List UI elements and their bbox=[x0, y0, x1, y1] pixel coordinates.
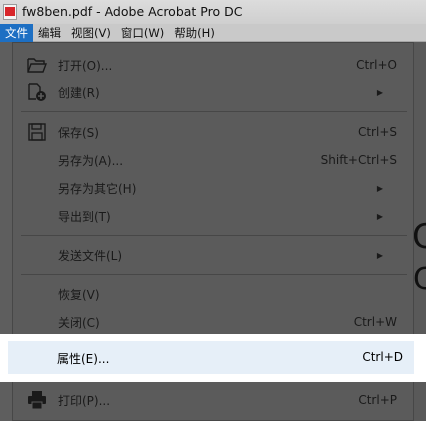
menu-separator bbox=[21, 235, 407, 236]
shortcut-label: Ctrl+D bbox=[362, 350, 403, 364]
menu-item-label: 恢复(V) bbox=[58, 287, 100, 302]
menu-item-save[interactable]: 保存(S) Ctrl+S bbox=[13, 118, 415, 146]
menu-bar: 文件 编辑 视图(V) 窗口(W) 帮助(H) bbox=[0, 23, 426, 42]
menu-item-label: 发送文件(L) bbox=[58, 248, 123, 263]
shortcut-label: Shift+Ctrl+S bbox=[320, 153, 397, 167]
menu-file[interactable]: 文件 bbox=[0, 23, 33, 42]
shortcut-label: Ctrl+S bbox=[357, 125, 397, 139]
menu-item-label: 打开(O)... bbox=[58, 58, 113, 73]
submenu-arrow-icon: ▶ bbox=[376, 250, 383, 260]
menu-item-label: 打印(P)... bbox=[58, 393, 111, 408]
menu-item-label: 保存(S) bbox=[58, 125, 99, 140]
title-bar: fw8ben.pdf - Adobe Acrobat Pro DC bbox=[0, 0, 426, 24]
create-document-icon bbox=[26, 82, 48, 102]
menu-item-label: 另存为(A)... bbox=[58, 153, 124, 168]
folder-open-icon bbox=[26, 55, 48, 75]
shortcut-label: Ctrl+P bbox=[358, 393, 397, 407]
menu-help[interactable]: 帮助(H) bbox=[169, 24, 220, 42]
menu-window[interactable]: 窗口(W) bbox=[116, 24, 169, 42]
menu-item-print[interactable]: 打印(P)... Ctrl+P bbox=[13, 386, 415, 414]
shortcut-label: Ctrl+O bbox=[356, 58, 397, 72]
menu-item-open[interactable]: 打开(O)... Ctrl+O bbox=[13, 51, 415, 79]
menu-item-label: 关闭(C) bbox=[58, 315, 100, 330]
menu-item-label: 另存为其它(H) bbox=[58, 181, 137, 196]
printer-icon bbox=[26, 390, 48, 410]
menu-item-send-file[interactable]: 发送文件(L) ▶ bbox=[13, 241, 415, 269]
menu-item-export-to[interactable]: 导出到(T) ▶ bbox=[13, 202, 415, 230]
shortcut-label: Ctrl+W bbox=[353, 315, 397, 329]
window-title: fw8ben.pdf - Adobe Acrobat Pro DC bbox=[22, 4, 243, 19]
menu-item-label: 导出到(T) bbox=[58, 209, 111, 224]
menu-item-revert[interactable]: 恢复(V) bbox=[13, 280, 415, 308]
menu-separator bbox=[21, 111, 407, 112]
menu-item-properties[interactable]: 属性(E)... Ctrl+D bbox=[8, 341, 414, 374]
menu-item-label: 创建(R) bbox=[58, 85, 100, 100]
menu-item-close[interactable]: 关闭(C) Ctrl+W bbox=[13, 308, 415, 336]
menu-edit[interactable]: 编辑 bbox=[33, 24, 66, 42]
menu-item-label: 属性(E)... bbox=[57, 352, 110, 366]
menu-item-save-as-other[interactable]: 另存为其它(H) ▶ bbox=[13, 174, 415, 202]
submenu-arrow-icon: ▶ bbox=[376, 87, 383, 97]
submenu-arrow-icon: ▶ bbox=[376, 211, 383, 221]
floppy-disk-icon bbox=[26, 122, 48, 142]
submenu-arrow-icon: ▶ bbox=[376, 183, 383, 193]
menu-item-save-as[interactable]: 另存为(A)... Shift+Ctrl+S bbox=[13, 146, 415, 174]
menu-separator bbox=[21, 274, 407, 275]
pdf-file-icon bbox=[3, 4, 17, 20]
menu-item-create[interactable]: 创建(R) ▶ bbox=[13, 78, 415, 106]
menu-view[interactable]: 视图(V) bbox=[66, 24, 116, 42]
